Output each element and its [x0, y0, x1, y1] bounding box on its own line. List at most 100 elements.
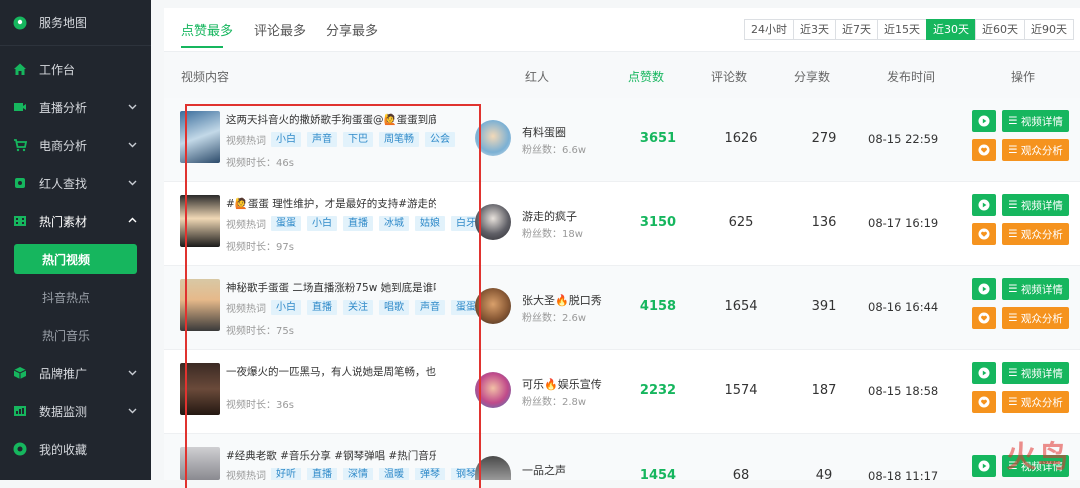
- range-90d[interactable]: 近90天: [1024, 19, 1074, 40]
- range-24h[interactable]: 24小时: [744, 19, 794, 40]
- video-detail-button[interactable]: ☰ 视频详情: [1002, 278, 1069, 300]
- home-icon: [13, 62, 27, 76]
- video-icon: [13, 100, 27, 114]
- publish-time: 08-16 16:44: [868, 300, 939, 314]
- column-header: 视频内容: [181, 70, 230, 84]
- chevron-up-icon: [128, 217, 137, 223]
- sidebar-item-brand-promotion[interactable]: 品牌推广: [0, 354, 151, 392]
- sidebar-item-data-monitor[interactable]: 数据监测: [0, 392, 151, 430]
- watermark-text: 火鸟: [1006, 440, 1070, 475]
- fans-count: 粉丝数：6.6w: [522, 145, 587, 156]
- row-actions: ☰ 视频详情 ☰ 观众分析: [972, 110, 1069, 168]
- video-detail-button[interactable]: ☰ 视频详情: [1002, 110, 1069, 132]
- publish-time: 08-17 16:19: [868, 216, 939, 230]
- shares-count: 136: [811, 215, 837, 230]
- table-header: 视频内容 红人 点赞数 评论数 分享数 发布时间 操作: [164, 52, 1080, 98]
- tab-most-comments[interactable]: 评论最多: [254, 20, 306, 39]
- audience-analysis-button[interactable]: ☰ 观众分析: [1002, 391, 1069, 413]
- chart-icon: [13, 404, 27, 418]
- list-icon: ☰: [1008, 199, 1021, 211]
- play-icon: [978, 283, 990, 295]
- tab-most-shares[interactable]: 分享最多: [326, 20, 378, 39]
- sidebar-item-workbench[interactable]: 工作台: [0, 50, 151, 88]
- play-button[interactable]: [972, 110, 996, 132]
- active-tab-indicator: [181, 46, 223, 48]
- likes-count: 2232: [639, 383, 677, 398]
- sidebar-subitem-douyin-hot[interactable]: 抖音热点: [0, 278, 151, 316]
- sidebar-item-label: 直播分析: [39, 100, 88, 115]
- sidebar-item-influencer-search[interactable]: 红人查找: [0, 164, 151, 202]
- influencer-name[interactable]: 一品之声: [522, 462, 566, 478]
- range-15d[interactable]: 近15天: [877, 19, 927, 40]
- sidebar-item-live-analysis[interactable]: 直播分析: [0, 88, 151, 126]
- play-button[interactable]: [972, 278, 996, 300]
- sidebar-subitem-hot-music[interactable]: 热门音乐: [0, 316, 151, 354]
- video-detail-button[interactable]: ☰ 视频详情: [1002, 362, 1069, 384]
- sidebar-item-service-map[interactable]: 服务地图: [0, 0, 151, 46]
- comments-count: 1654: [724, 299, 758, 314]
- column-header[interactable]: 发布时间: [887, 68, 935, 85]
- play-button[interactable]: [972, 455, 996, 477]
- range-30d[interactable]: 近30天: [926, 19, 976, 40]
- publish-time: 08-15 18:58: [868, 384, 939, 398]
- publish-time: 08-15 22:59: [868, 132, 939, 146]
- shares-count: 279: [811, 131, 837, 146]
- comments-count: 1626: [724, 131, 758, 146]
- video-detail-button[interactable]: ☰ 视频详情: [1002, 194, 1069, 216]
- tab-most-likes[interactable]: 点赞最多: [181, 20, 233, 39]
- list-icon: ☰: [1008, 312, 1021, 324]
- fans-count: 粉丝数：2.8w: [522, 397, 587, 408]
- sidebar-item-label: 工作台: [39, 62, 76, 77]
- influencer-name[interactable]: 游走的疯子: [522, 208, 577, 224]
- audience-analysis-button[interactable]: ☰ 观众分析: [1002, 139, 1069, 161]
- publish-time: 08-18 11:17: [868, 469, 939, 483]
- shares-count: 391: [811, 299, 837, 314]
- hot-video-panel: 点赞最多 评论最多 分享最多 24小时 近3天 近7天 近15天 近30天 近6…: [164, 8, 1080, 488]
- likes-count: 4158: [639, 299, 677, 314]
- range-60d[interactable]: 近60天: [975, 19, 1025, 40]
- heart-icon: [978, 396, 990, 408]
- column-header[interactable]: 评论数: [711, 68, 747, 85]
- map-pin-icon: [13, 16, 27, 30]
- chevron-down-icon: [128, 180, 137, 186]
- list-icon: ☰: [1008, 396, 1021, 408]
- cart-icon: [13, 138, 27, 152]
- list-icon: ☰: [1008, 115, 1021, 127]
- sidebar-item-ecommerce[interactable]: 电商分析: [0, 126, 151, 164]
- range-7d[interactable]: 近7天: [835, 19, 878, 40]
- row-actions: ☰ 视频详情 ☰ 观众分析: [972, 362, 1069, 420]
- watermark-logo: 火鸟: [1006, 432, 1070, 476]
- comments-count: 68: [732, 468, 750, 483]
- influencer-name[interactable]: 有料蛋圈: [522, 124, 566, 140]
- chevron-down-icon: [128, 408, 137, 414]
- list-icon: ☰: [1008, 228, 1021, 240]
- list-icon: ☰: [1008, 144, 1021, 156]
- heart-button[interactable]: [972, 223, 996, 245]
- audience-analysis-button[interactable]: ☰ 观众分析: [1002, 307, 1069, 329]
- influencer-name[interactable]: 可乐🔥娱乐宣传: [522, 376, 602, 392]
- sidebar-item-favorites[interactable]: 我的收藏: [0, 430, 151, 468]
- comments-count: 625: [728, 215, 754, 230]
- list-icon: ☰: [1008, 283, 1021, 295]
- likes-count: 3150: [639, 215, 677, 230]
- play-icon: [978, 460, 990, 472]
- play-button[interactable]: [972, 362, 996, 384]
- shares-count: 49: [815, 468, 833, 483]
- sidebar-item-label: 我的收藏: [39, 442, 88, 457]
- sidebar-item-label: 数据监测: [39, 404, 88, 419]
- time-range-selector: 24小时 近3天 近7天 近15天 近30天 近60天 近90天: [744, 19, 1074, 40]
- heart-button[interactable]: [972, 391, 996, 413]
- heart-button[interactable]: [972, 139, 996, 161]
- sidebar-item-hot-materials[interactable]: 热门素材: [0, 202, 151, 240]
- influencer-name[interactable]: 张大圣🔥脱口秀: [522, 292, 602, 308]
- audience-analysis-button[interactable]: ☰ 观众分析: [1002, 223, 1069, 245]
- play-button[interactable]: [972, 194, 996, 216]
- likes-count: 3651: [639, 131, 677, 146]
- heart-button[interactable]: [972, 307, 996, 329]
- column-header[interactable]: 分享数: [794, 68, 830, 85]
- range-3d[interactable]: 近3天: [793, 19, 836, 40]
- sidebar-item-label: 服务地图: [39, 16, 88, 30]
- sidebar-subitem-hot-videos[interactable]: 热门视频: [14, 244, 137, 274]
- row-actions: ☰ 视频详情 ☰ 观众分析: [972, 194, 1069, 252]
- column-header[interactable]: 点赞数: [628, 68, 664, 85]
